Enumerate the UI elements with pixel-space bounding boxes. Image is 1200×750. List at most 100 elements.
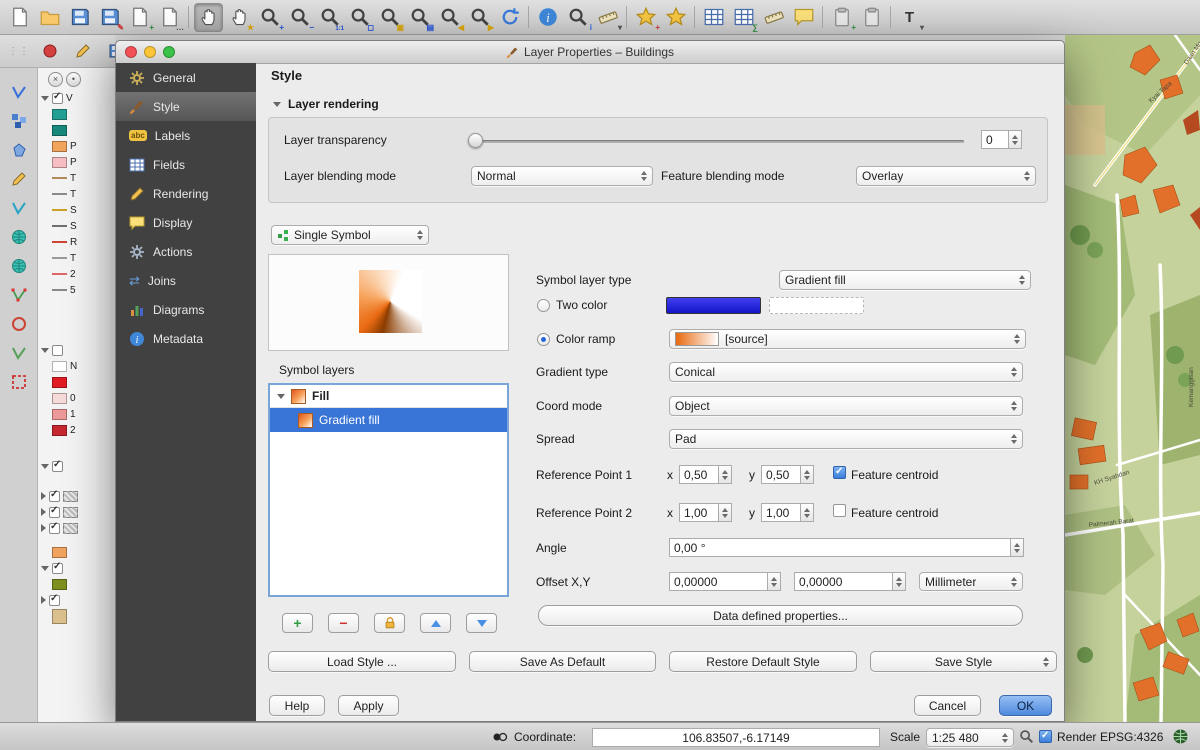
web-service-icon[interactable] [11, 229, 27, 245]
layer-row[interactable]: P [38, 138, 115, 154]
layer-row[interactable] [38, 592, 115, 608]
ref1-x-stepper[interactable] [719, 465, 732, 484]
map-canvas[interactable]: Daan Mogot Kyai Tapa Kemanggisan KH Syah… [1065, 35, 1200, 722]
blending-mode-select[interactable]: Normal [471, 166, 653, 186]
layer-row[interactable] [38, 608, 115, 624]
layer-checkbox[interactable] [52, 93, 63, 104]
zoom-button[interactable] [163, 46, 175, 58]
layer-row[interactable]: 2 [38, 266, 115, 282]
tree-row-gradient-fill[interactable]: Gradient fill [270, 408, 507, 432]
zoom-in-icon[interactable]: + [256, 4, 283, 31]
tree-row-fill[interactable]: Fill [270, 385, 507, 408]
magnifier-icon[interactable] [1019, 729, 1034, 747]
layer-row[interactable]: R [38, 234, 115, 250]
ref2-centroid-checkbox[interactable] [833, 504, 846, 517]
collapse-icon[interactable] [273, 102, 281, 107]
sidebar-item-diagrams[interactable]: Diagrams [116, 295, 256, 324]
sidebar-item-fields[interactable]: Fields [116, 150, 256, 179]
layer-row[interactable]: 5 [38, 282, 115, 298]
ok-button[interactable]: OK [999, 695, 1052, 716]
add-feature-icon[interactable] [11, 200, 27, 216]
remove-symbol-layer-button[interactable]: − [328, 613, 359, 633]
layer-row[interactable] [38, 106, 115, 122]
save-project-icon[interactable] [66, 4, 93, 31]
coordinate-input[interactable]: 106.83507,-6.17149 [592, 728, 880, 747]
capture-line-icon[interactable] [11, 84, 27, 100]
move-up-button[interactable] [420, 613, 451, 633]
refresh-icon[interactable] [496, 4, 523, 31]
capture-polygon-icon[interactable] [11, 142, 27, 158]
move-feature-icon[interactable] [11, 113, 27, 129]
offset-unit-select[interactable]: Millimeter [919, 572, 1023, 591]
sidebar-item-general[interactable]: General [116, 63, 256, 92]
open-project-icon[interactable] [36, 4, 63, 31]
measure-dropdown-icon[interactable] [760, 4, 787, 31]
layer-row[interactable]: S [38, 202, 115, 218]
simplify-feature-icon[interactable] [11, 345, 27, 361]
offset-y-input[interactable]: 0,00000 [794, 572, 893, 591]
identify-icon[interactable] [534, 4, 561, 31]
add-symbol-layer-button[interactable]: + [282, 613, 313, 633]
transparency-stepper[interactable] [1009, 130, 1022, 149]
gradient-type-select[interactable]: Conical [669, 362, 1023, 382]
layer-checkbox[interactable] [49, 507, 60, 518]
render-checkbox[interactable] [1039, 730, 1052, 743]
panel-expand-icon[interactable]: • [66, 72, 81, 87]
feature-blending-select[interactable]: Overlay [856, 166, 1036, 186]
close-button[interactable] [125, 46, 137, 58]
angle-input[interactable]: 0,00 ° [669, 538, 1011, 557]
minimize-button[interactable] [144, 46, 156, 58]
layer-row[interactable]: V [38, 90, 115, 106]
help-button[interactable]: Help [269, 695, 325, 716]
text-annotation-icon[interactable]: T▾ [896, 4, 923, 31]
dialog-titlebar[interactable]: Layer Properties – Buildings [116, 41, 1064, 64]
expander-icon[interactable] [277, 394, 285, 399]
offset-y-stepper[interactable] [893, 572, 906, 591]
measure-icon[interactable]: ▾ [594, 4, 621, 31]
crs-globe-icon[interactable] [1172, 728, 1189, 745]
zoom-to-selection-icon[interactable]: ▣ [376, 4, 403, 31]
layer-row[interactable] [38, 560, 115, 576]
offset-x-input[interactable]: 0,00000 [669, 572, 768, 591]
angle-stepper[interactable] [1011, 538, 1024, 557]
lock-symbol-layer-button[interactable] [374, 613, 405, 633]
sidebar-item-joins[interactable]: ⇄Joins [116, 266, 256, 295]
attribute-table-icon[interactable] [700, 4, 727, 31]
layer-row[interactable]: 2 [38, 422, 115, 438]
ref1-y-input[interactable]: 0,50 [761, 465, 801, 484]
layer-row[interactable]: P [38, 154, 115, 170]
layer-checkbox[interactable] [52, 563, 63, 574]
color-ramp-radio[interactable] [537, 333, 550, 346]
offset-x-stepper[interactable] [768, 572, 781, 591]
show-bookmarks-icon[interactable] [662, 4, 689, 31]
layer-row[interactable]: 0 [38, 390, 115, 406]
layer-row[interactable]: T [38, 170, 115, 186]
layer-row[interactable] [38, 488, 115, 504]
sidebar-item-style[interactable]: Style [116, 92, 256, 121]
layer-checkbox[interactable] [52, 461, 63, 472]
ref1-y-stepper[interactable] [801, 465, 814, 484]
new-composer-icon[interactable]: + [126, 4, 153, 31]
ref2-y-input[interactable]: 1,00 [761, 503, 801, 522]
save-project-as-icon[interactable]: ✎ [96, 4, 123, 31]
save-as-default-button[interactable]: Save As Default [469, 651, 656, 672]
toggle-editing-icon[interactable] [11, 171, 27, 187]
apply-button[interactable]: Apply [338, 695, 399, 716]
symbol-layer-type-select[interactable]: Gradient fill [779, 270, 1031, 290]
layer-row[interactable]: N [38, 358, 115, 374]
coord-mode-select[interactable]: Object [669, 396, 1023, 416]
zoom-last-icon[interactable]: ◀ [436, 4, 463, 31]
transparency-slider-thumb[interactable] [468, 133, 483, 148]
delete-selected-icon[interactable] [11, 374, 27, 390]
panel-close-icon[interactable]: × [48, 72, 63, 87]
sidebar-item-rendering[interactable]: Rendering [116, 179, 256, 208]
statistics-icon[interactable]: ∑ [730, 4, 757, 31]
symbol-type-select[interactable]: Single Symbol [271, 225, 429, 245]
select-features-icon[interactable]: i [564, 4, 591, 31]
zoom-to-layer-icon[interactable]: ▤ [406, 4, 433, 31]
layer-row[interactable] [38, 520, 115, 536]
transparency-input[interactable]: 0 [981, 130, 1009, 149]
color2-button[interactable] [769, 297, 864, 314]
ref2-x-stepper[interactable] [719, 503, 732, 522]
node-tool-icon[interactable] [11, 287, 27, 303]
